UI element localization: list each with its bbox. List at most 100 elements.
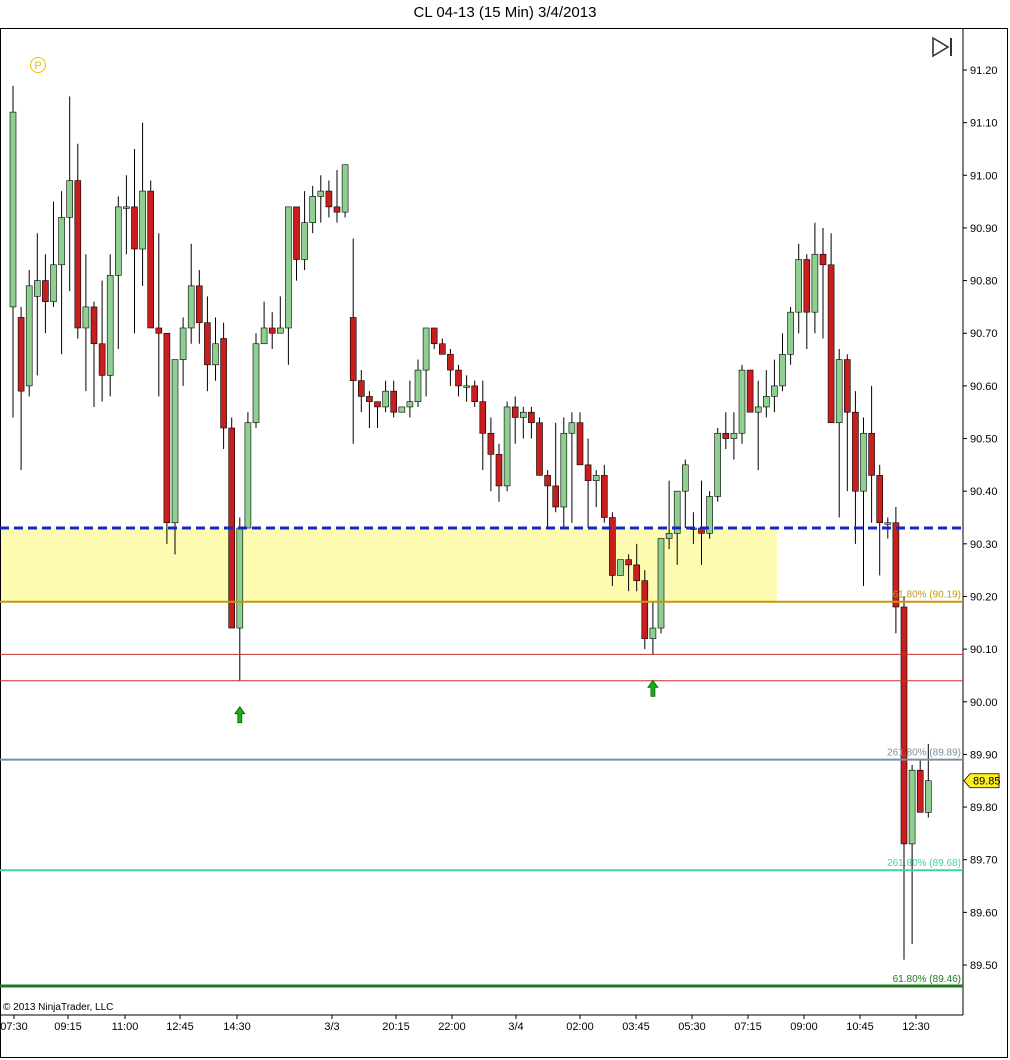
candle-body <box>106 275 114 376</box>
x-tick-label: 3/4 <box>508 1021 523 1033</box>
candle-body <box>552 485 560 508</box>
candle-body <box>74 180 82 329</box>
candle-body <box>924 780 932 813</box>
buy-arrow-1-icon <box>234 706 246 724</box>
candle-body <box>795 259 803 313</box>
candle-body <box>681 464 689 492</box>
y-tick-label: 90.00 <box>970 697 998 709</box>
y-tick-label: 90.60 <box>970 381 998 393</box>
candle-body <box>155 327 163 334</box>
candle-body <box>276 327 284 334</box>
candle-body <box>738 369 746 434</box>
candle-body <box>325 190 333 208</box>
candle-body <box>179 327 187 360</box>
fib-level-4-label: 61.80% (89.46) <box>893 974 961 985</box>
x-tick-label: 03:45 <box>622 1021 650 1033</box>
y-tick-label: 90.40 <box>970 486 998 498</box>
y-tick-label: 91.10 <box>970 118 998 130</box>
candle-body <box>333 206 341 213</box>
candle-body <box>90 306 98 345</box>
skip-to-end-icon[interactable] <box>930 36 956 58</box>
candle-body <box>617 559 624 576</box>
candle-body <box>487 432 495 455</box>
candle-body <box>762 396 770 408</box>
y-tick-label: 90.10 <box>970 644 998 656</box>
candle-body <box>633 564 641 581</box>
candle-body <box>212 343 219 366</box>
candle-body <box>147 190 154 329</box>
last-price-label: 89.85 <box>973 776 1001 788</box>
y-tick-label: 89.90 <box>970 749 998 761</box>
candle-body <box>536 422 543 476</box>
candle-body <box>528 411 535 424</box>
fib-level-3-label: 261.80% (89.68) <box>887 858 961 869</box>
candle-body <box>916 769 924 813</box>
candle-body <box>860 432 867 492</box>
candle-body <box>779 353 786 387</box>
p-marker-icon: P <box>30 57 46 73</box>
candle-body <box>430 327 438 345</box>
candle-body <box>876 475 884 524</box>
candle-body <box>803 259 811 313</box>
candle-body <box>852 411 859 492</box>
candle-body <box>341 164 349 213</box>
candle-body <box>447 353 454 371</box>
candle-body <box>398 406 406 413</box>
fib-level-1-label: 61.80% (90.19) <box>893 590 961 601</box>
price-chart[interactable]: 91.20 91.10 91.00 90.90 90.80 90.70 90.60 90.50… <box>0 0 1010 1060</box>
candle-body <box>868 432 875 476</box>
candle-body <box>884 522 892 525</box>
y-tick-label: 90.80 <box>970 276 998 288</box>
y-tick-label: 90.20 <box>970 591 998 603</box>
y-tick-label: 90.30 <box>970 539 998 551</box>
candle-body <box>317 190 325 197</box>
candle-body <box>309 196 317 223</box>
candle-body <box>98 343 106 376</box>
candle-body <box>301 222 308 260</box>
candle-body <box>357 380 365 397</box>
x-tick-label: 05:30 <box>678 1021 706 1033</box>
candle-body <box>406 401 414 408</box>
candle-body <box>438 343 446 355</box>
candle-body <box>50 264 57 302</box>
candle-body <box>665 532 673 539</box>
y-tick-label: 89.80 <box>970 802 998 814</box>
x-tick-label: 07:30 <box>0 1021 28 1033</box>
candle-body <box>568 422 576 434</box>
candle-body <box>463 385 470 388</box>
candle-body <box>349 317 357 381</box>
candle-body <box>835 359 843 424</box>
candle-body <box>33 280 41 297</box>
candle-body <box>42 280 49 302</box>
x-tick-label: 22:00 <box>438 1021 466 1033</box>
candle-body <box>576 422 584 466</box>
candle-body <box>609 517 616 576</box>
candle-body <box>82 306 90 329</box>
candle-body <box>252 343 260 424</box>
candle-body <box>115 206 122 276</box>
candle-body <box>649 627 657 639</box>
candle-body <box>600 475 608 518</box>
candle-body <box>366 396 373 402</box>
candle-body <box>455 369 462 387</box>
candle-body <box>414 369 422 402</box>
candle-body <box>244 422 252 529</box>
y-tick-label: 89.70 <box>970 855 998 867</box>
x-tick-label: 09:15 <box>54 1021 82 1033</box>
candle-body <box>730 432 738 439</box>
candle-body <box>171 359 179 524</box>
candle-body <box>163 332 171 524</box>
x-tick-label: 12:30 <box>902 1021 930 1033</box>
candle-body <box>25 285 33 387</box>
y-tick-label: 91.20 <box>970 65 998 77</box>
candle-body <box>123 206 130 209</box>
candle-body <box>787 311 794 355</box>
candle-body <box>495 454 503 487</box>
candle-body <box>511 406 519 418</box>
y-tick-label: 90.90 <box>970 223 998 235</box>
candle-body <box>722 432 730 439</box>
candle-body <box>58 217 65 266</box>
candle-body <box>819 253 827 266</box>
y-tick-label: 91.00 <box>970 170 998 182</box>
x-tick-label: 10:45 <box>846 1021 874 1033</box>
